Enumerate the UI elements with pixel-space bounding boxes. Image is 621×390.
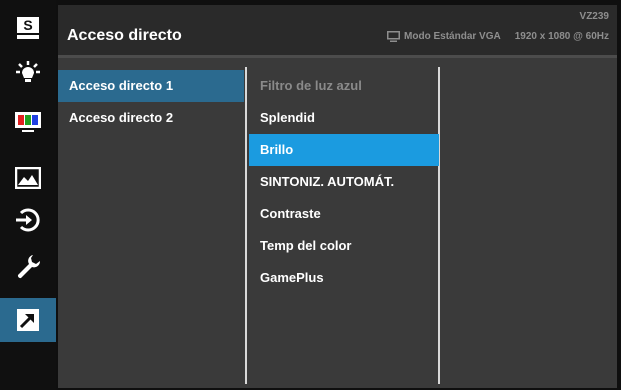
option-brightness[interactable]: Brillo — [249, 134, 439, 166]
shortcut-arrow-icon — [17, 309, 39, 331]
input-select-icon — [16, 208, 40, 232]
sidebar-item-system[interactable] — [0, 244, 56, 288]
sidebar-item-color[interactable] — [0, 100, 56, 144]
resolution: 1920 x 1080 @ 60Hz — [514, 31, 609, 42]
status-bar: Modo Estándar VGA 1920 x 1080 @ 60Hz — [387, 31, 609, 42]
sidebar-item-splendid[interactable]: S — [0, 6, 56, 50]
osd-menu: S Acceso directo VZ239 Modo Estándar VGA… — [0, 0, 621, 390]
option-color-temp[interactable]: Temp del color — [249, 230, 439, 262]
model-name: VZ239 — [579, 11, 609, 22]
color-icon — [15, 112, 41, 132]
page-title: Acceso directo — [67, 27, 182, 44]
monitor-icon — [387, 31, 401, 42]
svg-text:S: S — [23, 17, 32, 33]
sidebar-item-shortcut[interactable] — [0, 298, 56, 342]
splendid-s-icon: S — [17, 17, 39, 39]
option-contrast[interactable]: Contraste — [249, 198, 439, 230]
sidebar: S — [0, 0, 56, 390]
submenu-item-shortcut-1[interactable]: Acceso directo 1 — [58, 70, 244, 102]
image-icon — [15, 167, 41, 189]
sidebar-item-input[interactable] — [0, 198, 56, 242]
system-setup-wrench-icon — [17, 255, 41, 279]
blue-light-filter-icon — [16, 61, 40, 82]
column-divider-left — [245, 67, 247, 384]
submenu-item-shortcut-2[interactable]: Acceso directo 2 — [58, 102, 244, 134]
option-gameplus[interactable]: GamePlus — [249, 262, 439, 294]
main-panel: Acceso directo VZ239 Modo Estándar VGA 1… — [58, 5, 617, 388]
sidebar-item-image[interactable] — [0, 156, 56, 200]
display-mode: Modo Estándar VGA — [404, 31, 501, 42]
header-divider — [58, 55, 617, 58]
sidebar-item-blue-light[interactable] — [0, 52, 56, 96]
option-auto-adjust[interactable]: SINTONIZ. AUTOMÁT. — [249, 166, 439, 198]
header: Acceso directo VZ239 Modo Estándar VGA 1… — [58, 5, 617, 55]
option-blue-light-filter: Filtro de luz azul — [260, 78, 362, 93]
option-splendid[interactable]: Splendid — [249, 102, 439, 134]
